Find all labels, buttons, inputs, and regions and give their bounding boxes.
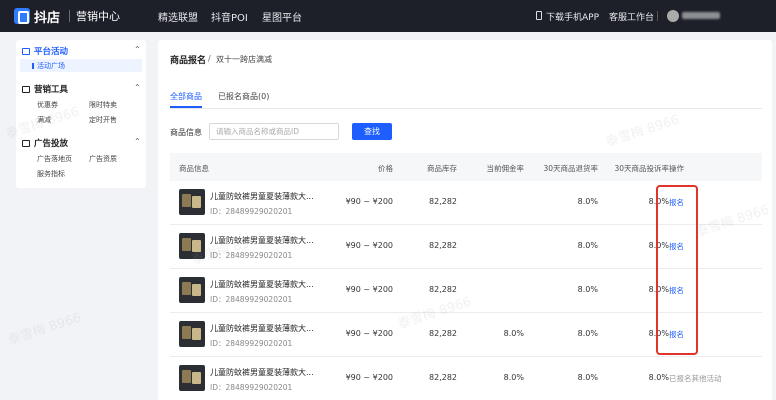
product-id: ID：28489929020201 bbox=[210, 295, 293, 304]
brand-subtitle: 营销中心 bbox=[76, 10, 120, 23]
breadcrumb-separator: / bbox=[208, 54, 211, 63]
sidebar-group-platform-activity[interactable]: 平台活动 bbox=[22, 45, 68, 57]
sidebar-active-indicator bbox=[32, 63, 34, 69]
breadcrumb-current: 双十一跨店满减 bbox=[216, 55, 272, 64]
shield-icon bbox=[22, 48, 30, 55]
avatar[interactable] bbox=[667, 10, 679, 22]
stock-cell: 82,282 bbox=[429, 197, 457, 206]
stock-cell: 82,282 bbox=[429, 329, 457, 338]
tab-registered-products[interactable]: 已报名商品(0) bbox=[218, 91, 269, 102]
product-name[interactable]: 儿童防蚊裤男童夏装薄款大... bbox=[210, 279, 314, 290]
return-rate-cell: 8.0% bbox=[577, 329, 598, 338]
nav-link-poi[interactable]: 抖音POI bbox=[211, 9, 248, 24]
product-name[interactable]: 儿童防蚊裤男童夏装薄款大... bbox=[210, 367, 314, 378]
brand-name[interactable]: 抖店 bbox=[34, 7, 60, 26]
column-header-complaint-rate: 30天商品投诉率 bbox=[614, 164, 669, 173]
top-bar: 抖店 营销中心 精选联盟 抖音POI 星图平台 下载手机APP 客服工作台 bbox=[0, 0, 776, 32]
stock-cell: 82,282 bbox=[429, 373, 457, 382]
search-button[interactable]: 查找 bbox=[352, 123, 392, 140]
product-thumbnail[interactable] bbox=[179, 189, 205, 215]
coupon-icon bbox=[22, 86, 30, 93]
chevron-up-icon[interactable]: ⌃ bbox=[134, 45, 141, 54]
brand-divider bbox=[69, 10, 70, 22]
sidebar-item-activity-square[interactable]: 活动广场 bbox=[37, 61, 65, 71]
price-cell: ¥90 ~ ¥200 bbox=[345, 373, 393, 382]
return-rate-cell: 8.0% bbox=[577, 285, 598, 294]
chevron-up-icon[interactable]: ⌃ bbox=[134, 137, 141, 146]
table-header: 商品信息 价格 商品库存 当前佣金率 30天商品退货率 30天商品投诉率 操作 bbox=[170, 153, 762, 181]
sidebar-item-service-metrics[interactable]: 服务指标 bbox=[37, 169, 65, 179]
product-name[interactable]: 儿童防蚊裤男童夏装薄款大... bbox=[210, 235, 314, 246]
sidebar-item-flash-sale[interactable]: 限时特卖 bbox=[89, 100, 117, 110]
download-app-link[interactable]: 下载手机APP bbox=[546, 10, 599, 23]
column-header-return-rate: 30天商品退货率 bbox=[543, 164, 598, 173]
price-cell: ¥90 ~ ¥200 bbox=[345, 285, 393, 294]
nav-link-alliance[interactable]: 精选联盟 bbox=[158, 9, 198, 24]
sidebar-item-ad-landing-page[interactable]: 广告落地页 bbox=[37, 154, 72, 164]
nav-link-xingtu[interactable]: 星图平台 bbox=[262, 9, 302, 24]
phone-icon bbox=[536, 11, 542, 20]
sidebar-group-label: 平台活动 bbox=[34, 47, 69, 57]
product-id: ID：28489929020201 bbox=[210, 251, 293, 260]
search-label: 商品信息 bbox=[170, 128, 202, 137]
column-header-commission: 当前佣金率 bbox=[486, 164, 525, 173]
sidebar-item-ad-qualification[interactable]: 广告资质 bbox=[89, 154, 117, 164]
price-cell: ¥90 ~ ¥200 bbox=[345, 241, 393, 250]
breadcrumb-root[interactable]: 商品报名 bbox=[170, 53, 206, 66]
sidebar-item-full-reduction[interactable]: 满减 bbox=[37, 115, 51, 125]
sidebar-item-scheduled-sale[interactable]: 定时开售 bbox=[89, 115, 117, 125]
service-desk-link[interactable]: 客服工作台 bbox=[609, 10, 654, 23]
column-header-stock: 商品库存 bbox=[427, 164, 457, 173]
registered-elsewhere-status: 已报名其他活动 bbox=[669, 374, 722, 383]
sidebar-group-label: 广告投放 bbox=[34, 139, 69, 149]
return-rate-cell: 8.0% bbox=[577, 197, 598, 206]
price-cell: ¥90 ~ ¥200 bbox=[345, 329, 393, 338]
sidebar-group-marketing-tools[interactable]: 营销工具 bbox=[22, 83, 68, 95]
product-id: ID：28489929020201 bbox=[210, 339, 293, 348]
topbar-divider bbox=[657, 11, 658, 21]
table-row: 儿童防蚊裤男童夏装薄款大... ID：28489929020201 ¥90 ~ … bbox=[170, 357, 762, 400]
chevron-up-icon[interactable]: ⌃ bbox=[134, 83, 141, 92]
commission-cell: 8.0% bbox=[503, 373, 524, 382]
product-thumbnail[interactable] bbox=[179, 365, 205, 391]
doudian-logo-icon[interactable] bbox=[14, 8, 30, 24]
product-name[interactable]: 儿童防蚊裤男童夏装薄款大... bbox=[210, 323, 314, 334]
product-thumbnail[interactable] bbox=[179, 277, 205, 303]
product-id: ID：28489929020201 bbox=[210, 383, 293, 392]
column-header-action: 操作 bbox=[669, 164, 684, 173]
product-thumbnail[interactable] bbox=[179, 321, 205, 347]
stock-cell: 82,282 bbox=[429, 241, 457, 250]
product-name[interactable]: 儿童防蚊裤男童夏装薄款大... bbox=[210, 191, 314, 202]
price-cell: ¥90 ~ ¥200 bbox=[345, 197, 393, 206]
sidebar-group-advertising[interactable]: 广告投放 bbox=[22, 137, 68, 149]
watermark: 泰雪梅 8966 bbox=[6, 310, 84, 349]
sidebar-group-label: 营销工具 bbox=[34, 85, 69, 95]
tabs-divider bbox=[170, 108, 762, 109]
sidebar-item-coupon[interactable]: 优惠券 bbox=[37, 100, 58, 110]
commission-cell: 8.0% bbox=[503, 329, 524, 338]
column-header-price: 价格 bbox=[378, 164, 393, 173]
annotation-highlight-box bbox=[656, 185, 698, 355]
product-id: ID：28489929020201 bbox=[210, 207, 293, 216]
tab-all-products[interactable]: 全部商品 bbox=[170, 91, 202, 102]
product-thumbnail[interactable] bbox=[179, 233, 205, 259]
column-header-product: 商品信息 bbox=[179, 164, 209, 173]
stock-cell: 82,282 bbox=[429, 285, 457, 294]
search-input[interactable] bbox=[209, 123, 339, 140]
complaint-rate-cell: 8.0% bbox=[648, 373, 669, 382]
return-rate-cell: 8.0% bbox=[577, 241, 598, 250]
return-rate-cell: 8.0% bbox=[577, 373, 598, 382]
sidebar: 平台活动 ⌃ 活动广场 营销工具 ⌃ 优惠券 限时特卖 满减 定时开售 广告投放… bbox=[16, 40, 146, 188]
ad-icon bbox=[22, 140, 30, 147]
user-account-menu[interactable] bbox=[682, 12, 720, 19]
